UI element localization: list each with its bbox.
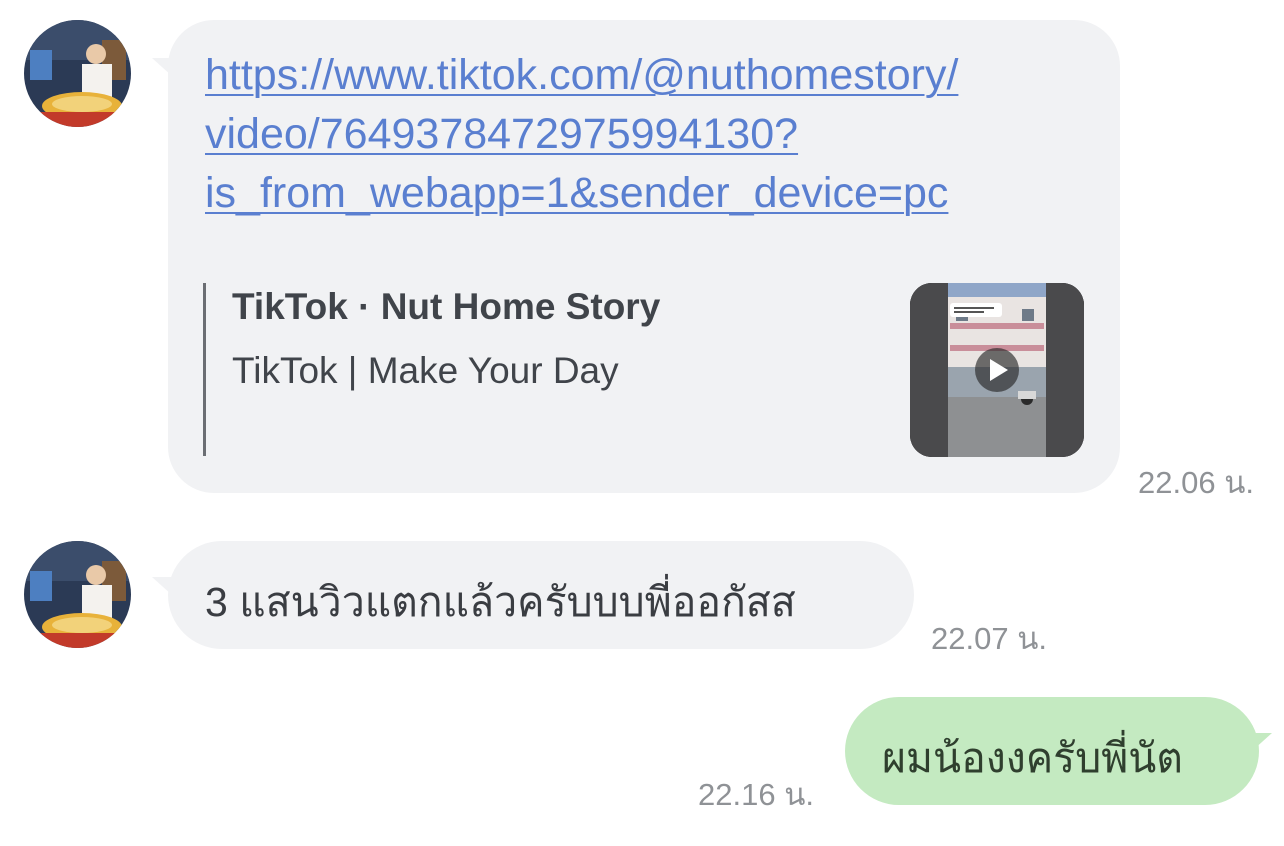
preview-title[interactable]: TikTok · Nut Home Story — [232, 286, 660, 328]
message-text: 3 แสนวิวแตกแล้วครับบบพี่ออกัสส — [205, 579, 796, 625]
avatar[interactable] — [24, 20, 131, 127]
timestamp: 22.06 น. — [1138, 465, 1254, 500]
avatar[interactable] — [24, 541, 131, 648]
link-line[interactable]: video/7649378472975994130? — [205, 105, 1105, 164]
link-line[interactable]: is_from_webapp=1&sender_device=pc — [205, 164, 1105, 223]
preview-thumbnail[interactable] — [910, 283, 1084, 457]
preview-divider — [203, 283, 206, 456]
bubble-tail — [1252, 733, 1272, 751]
timestamp: 22.07 น. — [931, 621, 1047, 656]
link-line[interactable]: https://www.tiktok.com/@nuthomestory/ — [205, 46, 1105, 105]
message-text: ผมน้องงครับพี่นัต — [882, 735, 1183, 781]
preview-description[interactable]: TikTok | Make Your Day — [232, 350, 619, 392]
tiktok-link[interactable]: https://www.tiktok.com/@nuthomestory/ vi… — [205, 46, 1105, 223]
timestamp: 22.16 น. — [698, 777, 814, 812]
